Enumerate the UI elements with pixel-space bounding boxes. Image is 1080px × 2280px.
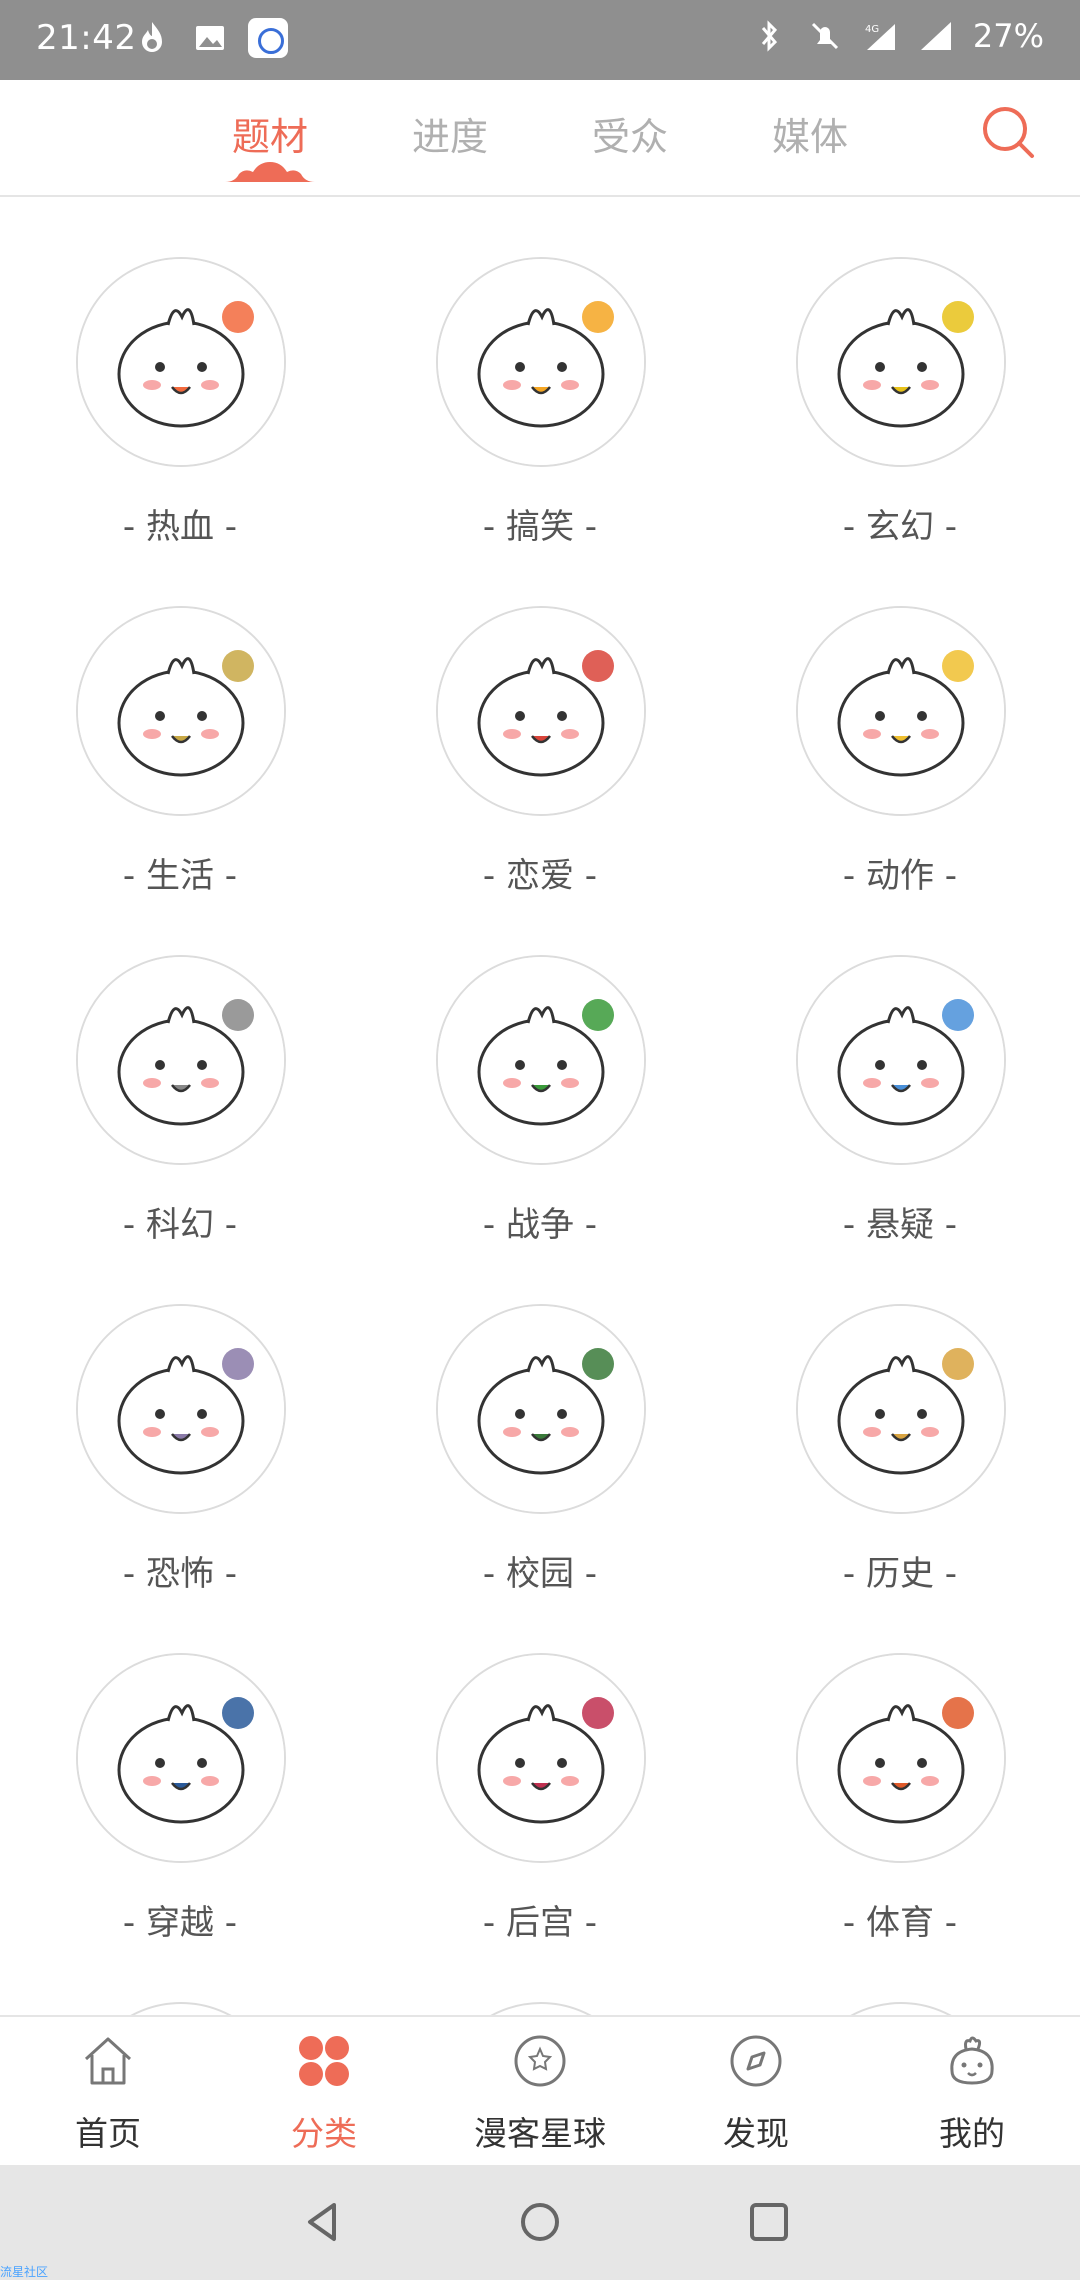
tab-progress[interactable]: 进度 xyxy=(390,106,510,161)
category-partial-icon xyxy=(76,2002,286,2015)
category-label: - 科幻 - xyxy=(122,1205,238,1245)
category-item[interactable]: - 后宫 - xyxy=(360,1593,720,1943)
clock: 21:42 xyxy=(36,18,137,58)
system-navigation-bar: 流星社区 xyxy=(0,2165,1080,2280)
fantasy-icon xyxy=(796,257,1006,467)
category-item[interactable]: - 科幻 - xyxy=(0,895,360,1245)
profile-icon xyxy=(950,2036,994,2085)
category-item[interactable]: - 战争 - xyxy=(360,895,720,1245)
mute-icon xyxy=(805,16,845,56)
tab-media[interactable]: 媒体 xyxy=(750,106,870,161)
category-item[interactable]: - 穿越 - xyxy=(0,1593,360,1943)
category-label: - 热血 - xyxy=(122,507,238,547)
watermark-text: 流星社区 xyxy=(0,2265,49,2279)
history-icon xyxy=(796,1304,1006,1514)
category-label: - 后宫 - xyxy=(482,1903,598,1943)
active-tab-indicator xyxy=(225,162,315,182)
hot-blood-icon xyxy=(76,257,286,467)
category-item[interactable]: - 校园 - xyxy=(360,1244,720,1594)
nav-discover-label: 发现 xyxy=(723,2114,789,2153)
nav-planet[interactable]: 漫客星球 xyxy=(432,2017,648,2167)
category-tab-bar: 题材 进度 受众 媒体 xyxy=(0,80,1080,197)
tab-audience[interactable]: 受众 xyxy=(570,106,690,161)
back-icon[interactable] xyxy=(296,2195,350,2249)
funny-icon xyxy=(436,257,646,467)
category-item[interactable]: - 生活 - xyxy=(0,546,360,896)
sports-icon xyxy=(796,1653,1006,1863)
category-grid: - 热血 - - 搞笑 - - 玄幻 - - 生活 - - 恋爱 - - 动作 - - 科幻… xyxy=(0,197,1080,2015)
campus-icon xyxy=(436,1304,646,1514)
battery-icon xyxy=(917,16,957,56)
category-item[interactable]: - 动作 - xyxy=(720,546,1080,896)
category-item[interactable]: - 恐怖 - xyxy=(0,1244,360,1594)
category-icon xyxy=(299,2036,349,2086)
nav-profile-label: 我的 xyxy=(939,2114,1005,2153)
category-item[interactable]: - 搞笑 - xyxy=(360,197,720,547)
nav-home[interactable]: 首页 xyxy=(0,2017,216,2167)
category-item-partial[interactable] xyxy=(360,1942,720,2015)
nav-profile[interactable]: 我的 xyxy=(864,2017,1080,2167)
action-icon xyxy=(796,606,1006,816)
mystery-icon xyxy=(796,955,1006,1165)
category-partial-icon xyxy=(436,2002,646,2015)
planet-icon xyxy=(514,2035,566,2087)
category-item[interactable]: - 历史 - xyxy=(720,1244,1080,1594)
category-label: - 穿越 - xyxy=(122,1903,238,1943)
category-label: - 动作 - xyxy=(842,856,958,896)
category-label: - 玄幻 - xyxy=(842,507,958,547)
svg-text:4G: 4G xyxy=(865,24,879,35)
scifi-icon xyxy=(76,955,286,1165)
time-travel-icon xyxy=(76,1653,286,1863)
bluetooth-icon xyxy=(749,16,789,56)
nav-home-label: 首页 xyxy=(75,2114,141,2153)
compass-icon xyxy=(730,2035,782,2087)
app-icon xyxy=(248,18,288,58)
life-icon xyxy=(76,606,286,816)
category-label: - 校园 - xyxy=(482,1554,598,1594)
home-circle-icon[interactable] xyxy=(513,2195,567,2249)
category-label: - 生活 - xyxy=(122,856,238,896)
flame-icon xyxy=(132,18,172,58)
recents-icon[interactable] xyxy=(742,2195,796,2249)
battery-percentage: 27% xyxy=(972,17,1044,55)
romance-icon xyxy=(436,606,646,816)
home-icon xyxy=(84,2037,132,2085)
search-icon[interactable] xyxy=(976,100,1040,164)
bottom-navigation: 首页 分类 漫客星球 发现 我的 xyxy=(0,2015,1080,2167)
category-item[interactable]: - 悬疑 - xyxy=(720,895,1080,1245)
status-bar: 21:42 4G 27% xyxy=(0,0,1080,80)
category-item-partial[interactable] xyxy=(720,1942,1080,2015)
category-item[interactable]: - 体育 - xyxy=(720,1593,1080,1943)
war-icon xyxy=(436,955,646,1165)
nav-category[interactable]: 分类 xyxy=(216,2017,432,2167)
category-item-partial[interactable] xyxy=(0,1942,360,2015)
nav-category-label: 分类 xyxy=(291,2114,357,2153)
category-label: - 战争 - xyxy=(482,1205,598,1245)
category-item[interactable]: - 热血 - xyxy=(0,197,360,547)
nav-planet-label: 漫客星球 xyxy=(474,2114,606,2153)
category-label: - 搞笑 - xyxy=(482,507,598,547)
category-label: - 历史 - xyxy=(842,1554,958,1594)
signal-icon: 4G xyxy=(861,16,901,56)
category-item[interactable]: - 恋爱 - xyxy=(360,546,720,896)
category-item[interactable]: - 玄幻 - xyxy=(720,197,1080,547)
category-label: - 体育 - xyxy=(842,1903,958,1943)
horror-icon xyxy=(76,1304,286,1514)
category-label: - 恐怖 - xyxy=(122,1554,238,1594)
harem-icon xyxy=(436,1653,646,1863)
tab-subject[interactable]: 题材 xyxy=(210,106,330,161)
category-label: - 恋爱 - xyxy=(482,856,598,896)
category-partial-icon xyxy=(796,2002,1006,2015)
image-icon xyxy=(190,18,230,58)
category-label: - 悬疑 - xyxy=(842,1205,958,1245)
nav-discover[interactable]: 发现 xyxy=(648,2017,864,2167)
